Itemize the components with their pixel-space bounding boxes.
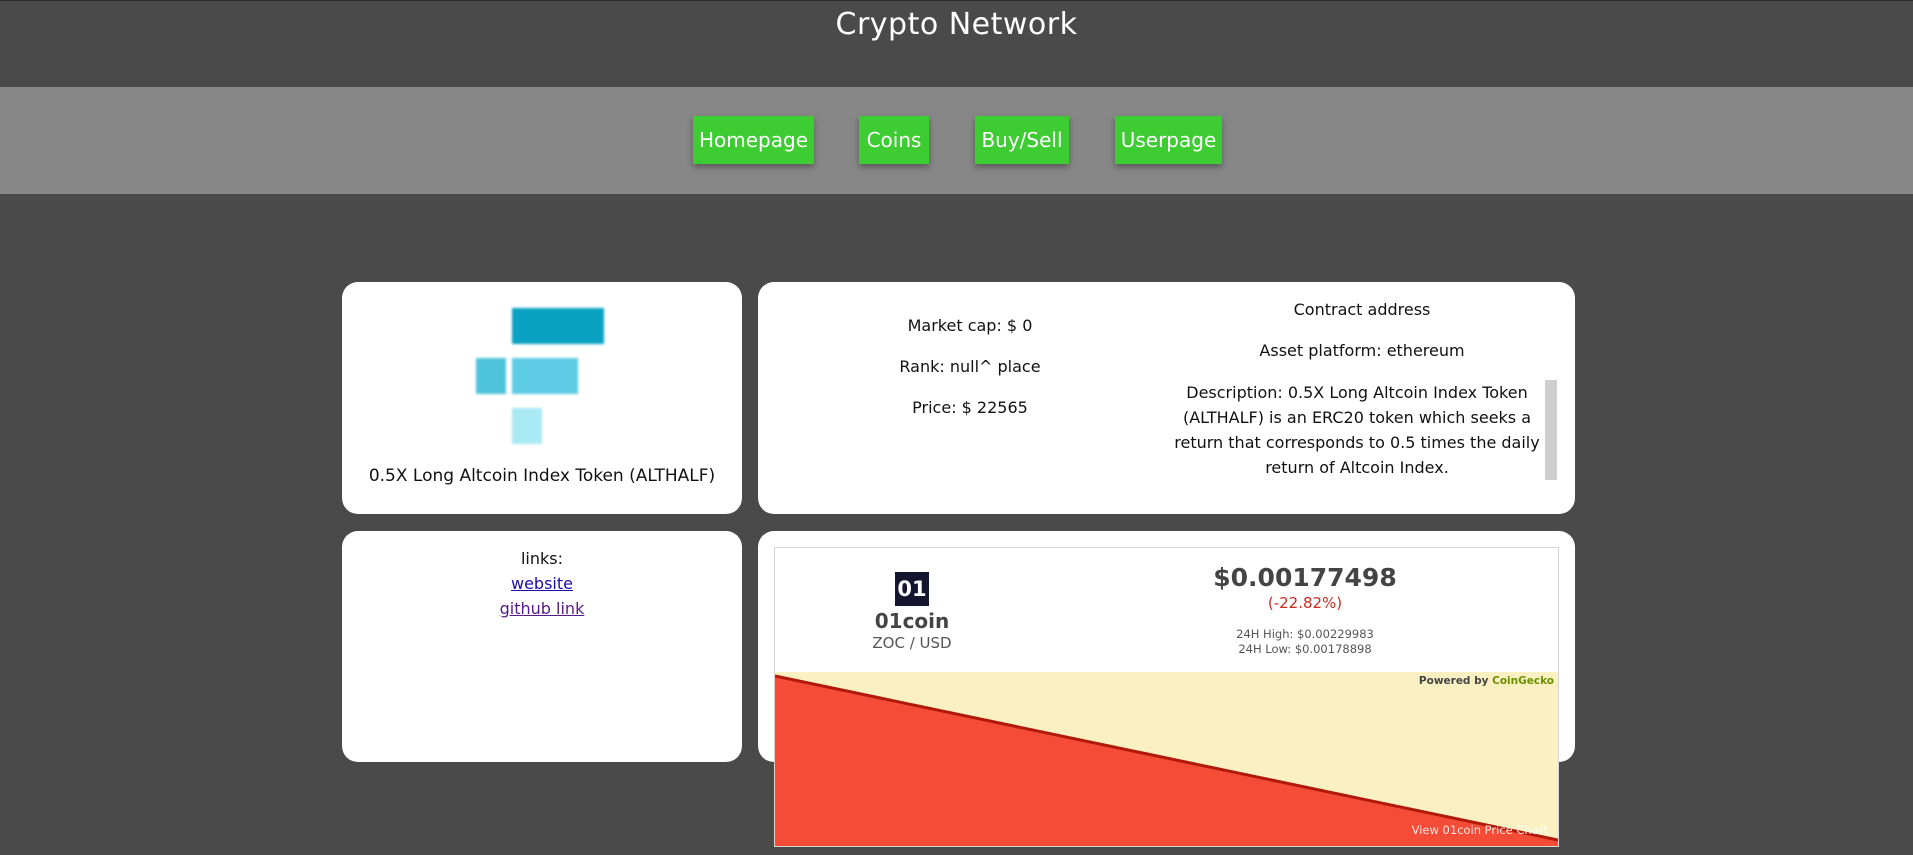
nav-userpage-button[interactable]: Userpage bbox=[1115, 116, 1222, 164]
nav-buy-sell-button[interactable]: Buy/Sell bbox=[975, 116, 1069, 164]
widget-24h-low: 24H Low: $0.00178898 bbox=[1238, 642, 1372, 656]
view-price-chart-link[interactable]: View 01coin Price Chart bbox=[1412, 823, 1548, 837]
widget-change: (-22.82%) bbox=[1267, 594, 1343, 612]
market-cap: Market cap: $ 0 bbox=[907, 316, 1033, 335]
widget-coin-name: 01coin bbox=[874, 609, 950, 633]
widget-24h-high: 24H High: $0.00229983 bbox=[1236, 627, 1374, 641]
price-chart bbox=[775, 672, 1558, 846]
nav-bar: Homepage Coins Buy/Sell Userpage bbox=[0, 87, 1913, 194]
widget-price: $0.00177498 bbox=[1213, 563, 1397, 592]
description-scrollbar[interactable] bbox=[1545, 380, 1557, 480]
site-title: Crypto Network bbox=[835, 7, 1078, 42]
top-header: Crypto Network bbox=[0, 0, 1913, 88]
powered-by-label: Powered by bbox=[1418, 675, 1489, 687]
powered-by: Powered by CoinGecko bbox=[1419, 675, 1554, 687]
nav-coins-button[interactable]: Coins bbox=[859, 116, 929, 164]
asset-platform: Asset platform: ethereum bbox=[1259, 341, 1465, 360]
widget-pair: ZOC / USD bbox=[872, 634, 952, 652]
website-link[interactable]: website bbox=[342, 574, 742, 593]
price: Price: $ 22565 bbox=[912, 398, 1028, 417]
description[interactable]: Description: 0.5X Long Altcoin Index Tok… bbox=[1172, 380, 1542, 480]
github-link[interactable]: github link bbox=[342, 599, 742, 618]
coin-card: 0.5X Long Altcoin Index Token (ALTHALF) bbox=[342, 282, 742, 514]
contract-address: Contract address bbox=[1293, 300, 1431, 319]
coin-name: 0.5X Long Altcoin Index Token (ALTHALF) bbox=[368, 466, 716, 486]
coingecko-link[interactable]: CoinGecko bbox=[1492, 675, 1554, 687]
coin-icon: 01 bbox=[895, 572, 929, 606]
rank: Rank: null^ place bbox=[899, 357, 1041, 376]
coin-logo-icon bbox=[342, 282, 742, 444]
nav-homepage-button[interactable]: Homepage bbox=[693, 116, 814, 164]
coingecko-price-widget[interactable]: 01 01coin ZOC / USD $0.00177498 (-22.82%… bbox=[774, 547, 1559, 847]
links-label: links: bbox=[520, 549, 564, 568]
